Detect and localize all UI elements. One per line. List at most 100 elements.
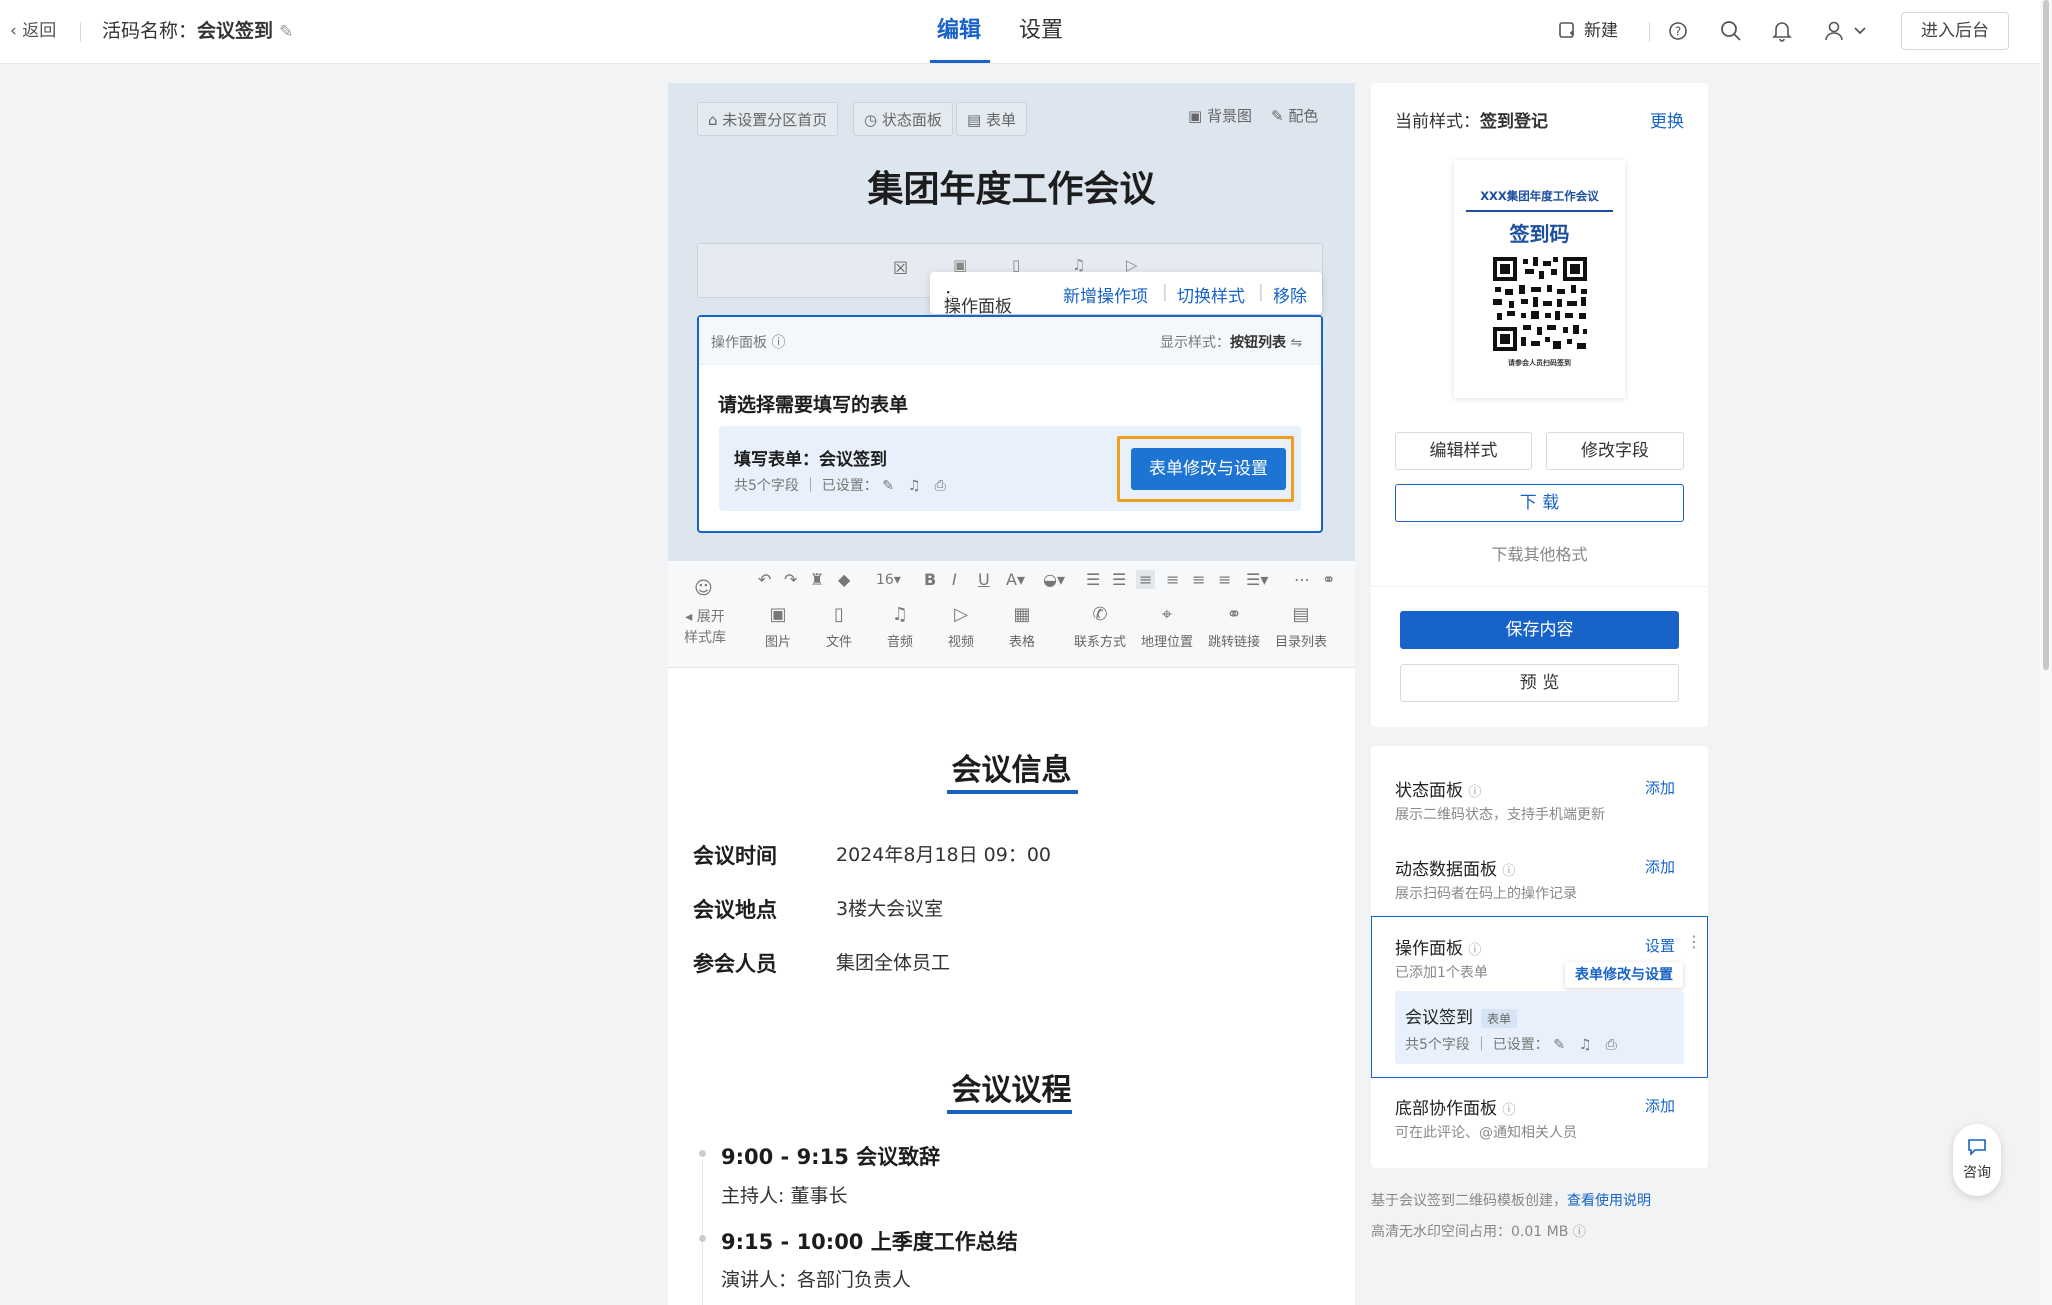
edit-icon[interactable]: ✎ <box>882 478 894 494</box>
line-height-icon[interactable]: ☰▾ <box>1246 570 1268 589</box>
toolbar-contact-label[interactable]: 联系方式 <box>1074 635 1126 650</box>
print-icon[interactable]: ⎙ <box>935 478 946 494</box>
help-icon[interactable]: ⓘ <box>1468 785 1481 800</box>
align-right-icon[interactable]: ≡ <box>1192 570 1205 589</box>
edit-fields-button[interactable]: 修改字段 <box>1546 432 1684 470</box>
help-icon[interactable]: ⓘ <box>1502 864 1515 879</box>
link-icon[interactable]: ⚭ <box>1322 570 1335 589</box>
usage-guide-link[interactable]: 查看使用说明 <box>1567 1193 1651 1209</box>
align-justify-icon[interactable]: ≡ <box>1218 570 1231 589</box>
expand-label[interactable]: 展开 <box>697 609 725 625</box>
underline-icon[interactable]: U <box>978 570 990 589</box>
help-icon[interactable]: ⓘ <box>1573 1225 1586 1240</box>
format-painter-icon[interactable]: ♜ <box>810 570 824 589</box>
color-scheme-label[interactable]: 配色 <box>1288 107 1318 125</box>
help-icon[interactable]: ⓘ <box>944 292 957 311</box>
add-operation-button[interactable]: 新增操作项 <box>1063 282 1148 307</box>
tab-settings[interactable]: 设置 <box>1019 0 1063 62</box>
expand-style-library[interactable]: ◂ 展开 样式库 <box>670 607 740 649</box>
palette-icon[interactable]: ☺ <box>694 578 713 599</box>
form-settings-button[interactable]: 表单修改与设置 <box>1131 448 1286 490</box>
toolbar-video-label[interactable]: 视频 <box>948 635 974 650</box>
font-color-icon[interactable]: A▾ <box>1006 570 1025 589</box>
highlight-color-icon[interactable]: ◒▾ <box>1043 570 1065 589</box>
op-panel-settings-button[interactable]: 设置 <box>1645 935 1675 956</box>
tab-edit[interactable]: 编辑 <box>937 0 981 62</box>
toolbar-toc-label[interactable]: 目录列表 <box>1275 635 1327 650</box>
chevron-down-icon[interactable] <box>1853 25 1867 37</box>
toolbar-audio-label[interactable]: 音频 <box>887 635 913 650</box>
switch-style-button[interactable]: 切换样式 <box>1177 282 1245 307</box>
new-label[interactable]: 新建 <box>1584 21 1618 41</box>
toolbar-file[interactable]: ▯ 文件 <box>806 605 872 651</box>
unordered-list-icon[interactable]: ☰ <box>1112 570 1126 589</box>
italic-icon[interactable]: I <box>952 570 957 589</box>
help-icon[interactable]: ⓘ <box>1468 943 1481 958</box>
divider-icon[interactable]: ⋯ <box>1294 570 1310 589</box>
consult-label[interactable]: 咨询 <box>1953 1162 2001 1182</box>
background-image-link[interactable]: ▣ 背景图 <box>1188 105 1252 126</box>
scrollbar-thumb[interactable] <box>2043 0 2049 670</box>
help-icon[interactable]: ⓘ <box>1502 1103 1515 1118</box>
edit-pencil-icon[interactable]: ✎ <box>279 22 293 42</box>
toolbar-table[interactable]: ▦ 表格 <box>989 605 1055 651</box>
bell-icon[interactable] <box>1772 20 1792 42</box>
toolbar-jump-link-label[interactable]: 跳转链接 <box>1208 635 1260 650</box>
search-icon[interactable] <box>1720 20 1742 42</box>
chip-status[interactable]: ◷ 状态面板 <box>853 102 953 136</box>
chip-form-label[interactable]: 表单 <box>986 111 1016 129</box>
chip-form[interactable]: ▤ 表单 <box>956 102 1027 136</box>
preview-button[interactable]: 预 览 <box>1400 664 1679 702</box>
toolbar-toc[interactable]: ▤ 目录列表 <box>1268 605 1334 651</box>
edit-icon[interactable]: ✎ <box>1553 1037 1565 1053</box>
close-box-icon[interactable]: ☒ <box>893 259 908 279</box>
add-bottom-collab-panel-button[interactable]: 添加 <box>1645 1095 1675 1116</box>
align-left-icon[interactable]: ≡ <box>1136 570 1156 589</box>
redo-icon[interactable]: ↷ <box>784 570 797 589</box>
chip-status-label[interactable]: 状态面板 <box>882 111 942 129</box>
change-style-link[interactable]: 更换 <box>1650 107 1684 132</box>
help-icon[interactable]: ? <box>1668 21 1688 41</box>
toolbar-file-label[interactable]: 文件 <box>826 635 852 650</box>
color-scheme-link[interactable]: ✎ 配色 <box>1271 105 1318 126</box>
back-label[interactable]: 返回 <box>22 21 56 41</box>
more-vertical-icon[interactable]: ⋮ <box>1686 932 1702 951</box>
consult-button[interactable]: 咨询 <box>1953 1124 2001 1196</box>
bell-icon[interactable]: ♫ <box>908 478 921 494</box>
add-dynamic-data-panel-button[interactable]: 添加 <box>1645 856 1675 877</box>
ordered-list-icon[interactable]: ☰ <box>1086 570 1100 589</box>
bold-icon[interactable]: B <box>924 570 936 589</box>
save-content-button[interactable]: 保存内容 <box>1400 611 1679 649</box>
download-button[interactable]: 下 载 <box>1395 484 1684 522</box>
font-size-select[interactable]: 16▾ <box>876 572 901 588</box>
display-style-value[interactable]: 按钮列表 <box>1230 335 1286 351</box>
toolbar-audio[interactable]: ♫ 音频 <box>867 605 933 651</box>
chip-home[interactable]: ⌂ 未设置分区首页 <box>697 102 839 136</box>
remove-button[interactable]: 移除 <box>1273 282 1307 307</box>
align-center-icon[interactable]: ≡ <box>1166 570 1179 589</box>
user-icon[interactable] <box>1824 20 1844 42</box>
font-size-value[interactable]: 16 <box>876 572 894 588</box>
toolbar-image-label[interactable]: 图片 <box>765 635 791 650</box>
bell-icon[interactable]: ♫ <box>1579 1037 1592 1053</box>
background-image-label[interactable]: 背景图 <box>1207 107 1252 125</box>
download-other-formats-link[interactable]: 下载其他格式 <box>1371 541 1708 565</box>
add-status-panel-button[interactable]: 添加 <box>1645 777 1675 798</box>
help-icon[interactable]: ⓘ <box>771 335 785 351</box>
toolbar-image[interactable]: ▣ 图片 <box>745 605 811 651</box>
qr-preview-card[interactable]: XXX集团年度工作会议 签到码 请参会人员扫码签到 <box>1454 160 1625 398</box>
toolbar-contact[interactable]: ✆ 联系方式 <box>1067 605 1133 651</box>
toolbar-location-label[interactable]: 地理位置 <box>1141 635 1193 650</box>
toolbar-jump-link[interactable]: ⚭ 跳转链接 <box>1201 605 1267 651</box>
new-button[interactable]: 新建 <box>1558 0 1618 62</box>
chip-home-label[interactable]: 未设置分区首页 <box>722 111 827 129</box>
undo-icon[interactable]: ↶ <box>758 570 771 589</box>
toolbar-location[interactable]: ⌖ 地理位置 <box>1134 605 1200 651</box>
eraser-icon[interactable]: ◆ <box>838 570 850 589</box>
edit-style-button[interactable]: 编辑样式 <box>1395 432 1532 470</box>
style-library-label[interactable]: 样式库 <box>684 630 726 646</box>
toolbar-table-label[interactable]: 表格 <box>1009 635 1035 650</box>
enter-backend-button[interactable]: 进入后台 <box>1901 12 2009 50</box>
display-style[interactable]: 显示样式：按钮列表 ⇋ <box>1160 332 1302 352</box>
print-icon[interactable]: ⎙ <box>1606 1037 1617 1053</box>
